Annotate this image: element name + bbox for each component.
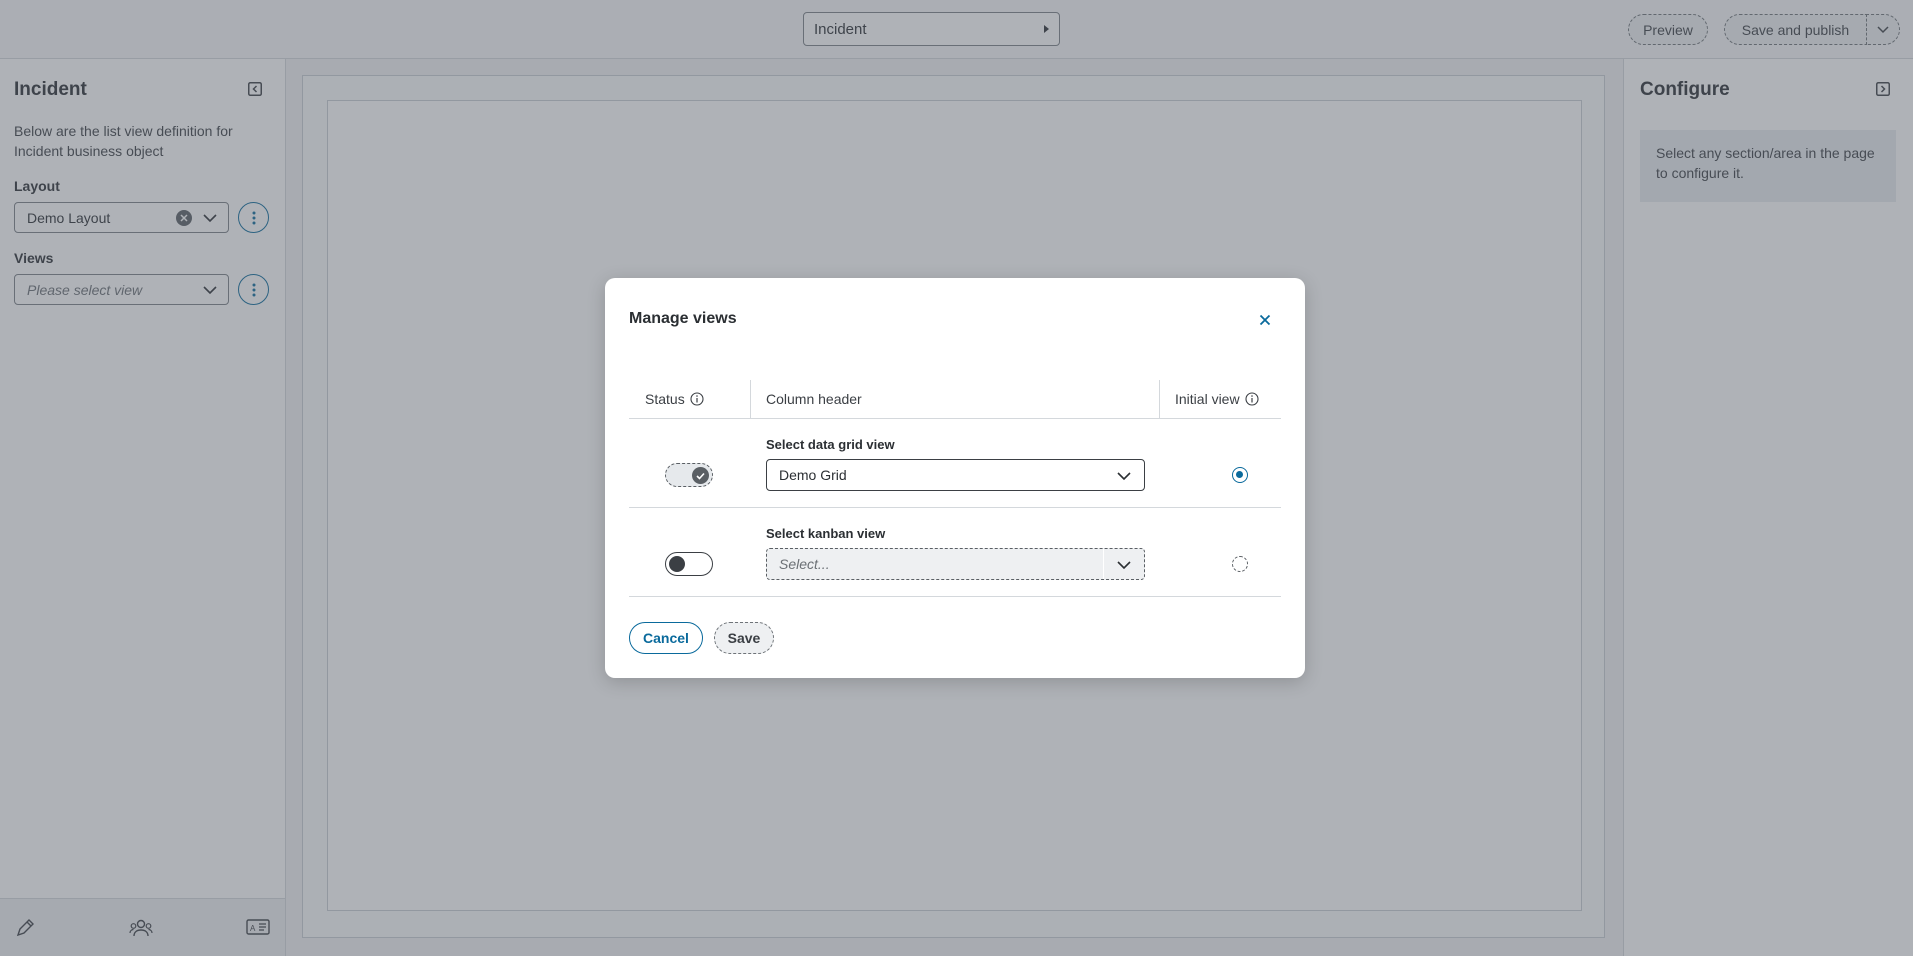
kanban-view-placeholder: Select... [779,556,830,572]
chevron-down-icon [1117,472,1131,481]
initial-view-header-label: Initial view [1175,390,1240,407]
kanban-status-toggle[interactable] [665,552,713,576]
data-grid-status-toggle[interactable] [665,463,713,487]
info-icon[interactable] [690,391,704,406]
save-button[interactable]: Save [714,622,774,654]
data-grid-label: Select data grid view [766,437,895,452]
cancel-button[interactable]: Cancel [629,622,703,654]
manage-views-dialog: Manage views Status Column header Initia… [605,278,1305,678]
table-row: Select kanban view Select... [629,508,1281,597]
toggle-knob [692,467,709,484]
close-icon[interactable] [1257,312,1273,328]
column-divider [750,380,751,419]
data-grid-initial-view-radio[interactable] [1232,467,1248,483]
column-divider [1159,380,1160,419]
kanban-initial-view-radio[interactable] [1232,556,1248,572]
kanban-view-select[interactable]: Select... [766,548,1145,580]
info-icon[interactable] [1245,391,1259,406]
data-grid-view-select[interactable]: Demo Grid [766,459,1145,491]
chevron-down-icon [1117,561,1131,570]
table-row: Select data grid view Demo Grid [629,419,1281,508]
initial-view-column-header: Initial view [1175,378,1259,419]
status-header-label: Status [645,390,685,407]
select-separator [1103,549,1104,579]
kanban-label: Select kanban view [766,526,886,541]
toggle-knob [669,556,685,572]
data-grid-view-value: Demo Grid [779,467,847,483]
dialog-title: Manage views [629,310,737,327]
column-header-header: Column header [766,390,862,407]
table-header: Status Column header Initial view [629,378,1281,419]
check-icon [696,472,705,480]
status-column-header: Status [645,378,704,419]
